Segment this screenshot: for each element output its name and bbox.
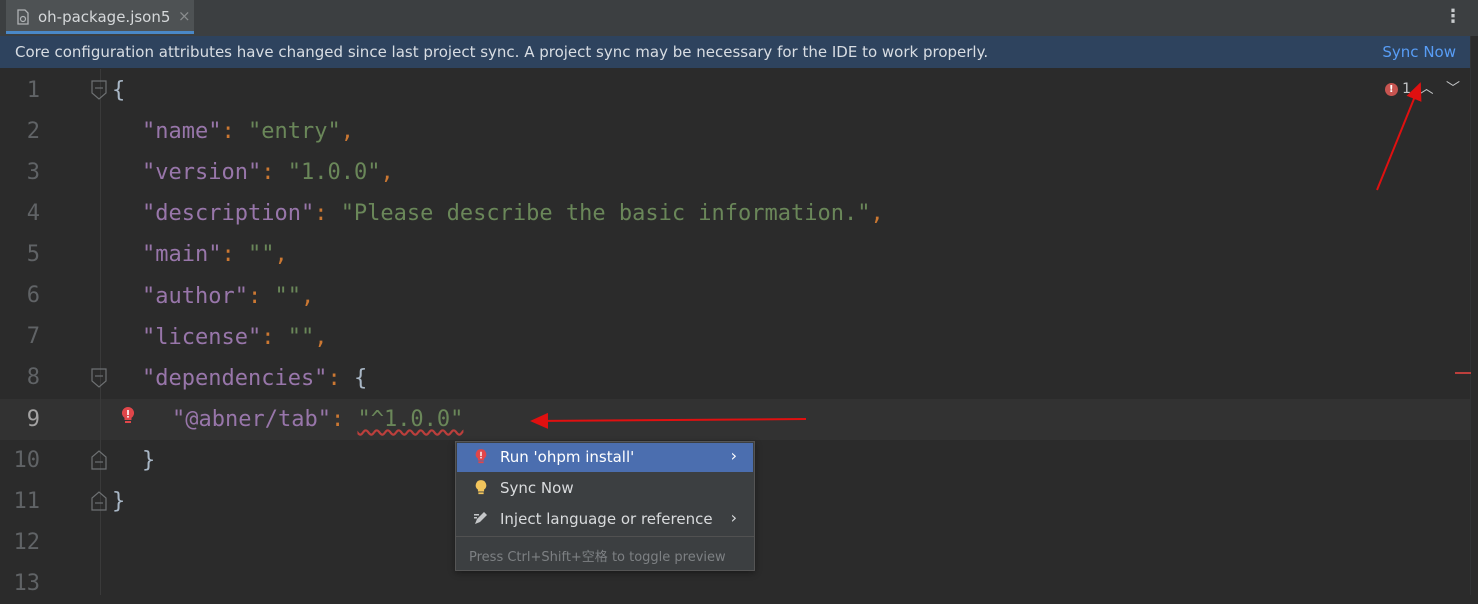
colon: : — [330, 407, 358, 432]
code-line-1: { — [112, 70, 125, 111]
popup-divider — [456, 536, 754, 537]
next-problem-icon[interactable]: ﹀ — [1446, 81, 1460, 97]
line-number: 10 — [13, 448, 41, 473]
line-number: 1 — [26, 78, 40, 103]
comma: , — [870, 201, 884, 226]
close-tab-icon[interactable]: × — [178, 7, 191, 25]
popup-item-label: Run 'ohpm install' — [500, 448, 635, 466]
fold-close-icon[interactable] — [91, 491, 107, 511]
brace: } — [142, 448, 156, 473]
inspection-widget[interactable]: ! 1 ︿ ﹀ — [1384, 78, 1460, 98]
json-value: "" — [287, 325, 315, 350]
comma: , — [380, 160, 394, 185]
line-number: 12 — [13, 530, 41, 555]
sync-notification-banner: Core configuration attributes have chang… — [0, 36, 1470, 68]
json-key: "name" — [142, 119, 222, 144]
popup-item-label: Inject language or reference — [500, 510, 713, 528]
json-key: "license" — [142, 325, 262, 350]
editor-tab-bar: oh-package.json5 × ⋮ — [0, 0, 1478, 37]
json-key: "description" — [142, 201, 315, 226]
code-line-11: } — [112, 481, 125, 522]
tab-oh-package-json5[interactable]: oh-package.json5 × — [6, 0, 194, 34]
json-value-error[interactable]: "^1.0.0" — [357, 407, 463, 432]
vertical-scrollbar[interactable] — [1470, 36, 1478, 595]
line-number: 2 — [26, 119, 40, 144]
error-bulb-icon[interactable] — [120, 406, 136, 431]
colon: : — [247, 284, 275, 309]
json-value: "Please describe the basic information." — [340, 201, 871, 226]
comma: , — [340, 119, 354, 144]
error-bulb-icon — [472, 448, 490, 466]
line-number: 9 — [26, 407, 40, 432]
submenu-arrow-icon: › — [730, 446, 737, 465]
line-number: 11 — [13, 489, 41, 514]
colon: : — [261, 160, 288, 185]
error-stripe-marker[interactable] — [1455, 372, 1471, 374]
popup-item-inject-language[interactable]: Inject language or reference › — [457, 505, 753, 534]
banner-sync-now-link[interactable]: Sync Now — [1382, 43, 1456, 61]
json-value: "" — [274, 284, 301, 309]
more-options-icon[interactable]: ⋮ — [1444, 7, 1462, 27]
error-icon: ! — [1384, 83, 1398, 96]
json-key: "@abner/tab" — [172, 407, 331, 432]
json-value: "1.0.0" — [287, 160, 381, 185]
comma: , — [300, 284, 315, 309]
previous-problem-icon[interactable]: ︿ — [1420, 81, 1434, 97]
line-number: 3 — [26, 160, 40, 185]
yellow-bulb-icon — [472, 479, 490, 497]
code-line-10: } — [142, 440, 155, 481]
popup-item-run-ohpm-install[interactable]: Run 'ohpm install' › — [457, 443, 753, 472]
popup-hint-text: Press Ctrl+Shift+空格 to toggle preview — [469, 550, 726, 565]
line-number: 6 — [26, 283, 40, 308]
submenu-arrow-icon: › — [730, 508, 737, 527]
json-key: "version" — [142, 160, 262, 185]
json-value: "entry" — [247, 119, 341, 144]
colon: : — [261, 325, 288, 350]
line-number: 4 — [26, 201, 40, 226]
brace: { — [353, 366, 368, 391]
line-number: 13 — [13, 571, 41, 596]
code-line-5: "main": "", — [142, 234, 288, 275]
popup-item-sync-now[interactable]: Sync Now — [457, 474, 753, 503]
line-number: 5 — [26, 242, 40, 267]
code-line-9: "@abner/tab": "^1.0.0" — [172, 399, 463, 440]
inject-pen-icon — [472, 510, 490, 528]
colon: : — [221, 242, 248, 267]
popup-item-label: Sync Now — [500, 479, 574, 497]
json-value: "" — [247, 242, 275, 267]
error-count: 1 — [1402, 81, 1412, 97]
line-number: 7 — [26, 324, 40, 349]
fold-close-icon[interactable] — [91, 450, 107, 470]
gutter-divider — [100, 69, 101, 595]
colon: : — [314, 201, 341, 226]
fold-open-icon[interactable] — [91, 80, 107, 100]
code-line-7: "license": "", — [142, 317, 327, 358]
intention-actions-popup: Run 'ohpm install' › Sync Now Inject lan… — [455, 441, 755, 571]
fold-open-icon[interactable] — [91, 368, 107, 388]
colon: : — [327, 366, 354, 391]
code-line-4: "description": "Please describe the basi… — [142, 193, 884, 234]
colon: : — [221, 119, 248, 144]
code-line-8: "dependencies": { — [142, 358, 367, 399]
annotation-arrow — [1376, 82, 1422, 191]
code-line-3: "version": "1.0.0", — [142, 152, 394, 193]
line-number-gutter[interactable]: 1 2 3 4 5 6 7 8 9 10 11 12 13 — [0, 69, 100, 596]
brace: } — [112, 489, 126, 514]
comma: , — [314, 325, 328, 350]
json-key: "author" — [142, 284, 248, 309]
banner-message: Core configuration attributes have chang… — [15, 43, 989, 61]
comma: , — [274, 242, 288, 267]
tab-label: oh-package.json5 — [38, 8, 171, 26]
json5-file-icon — [17, 9, 29, 25]
brace: { — [112, 78, 126, 103]
json-key: "main" — [142, 242, 222, 267]
code-line-2: "name": "entry", — [142, 111, 354, 152]
code-line-6: "author": "", — [142, 276, 314, 317]
line-number: 8 — [26, 365, 40, 390]
json-key: "dependencies" — [142, 366, 328, 391]
